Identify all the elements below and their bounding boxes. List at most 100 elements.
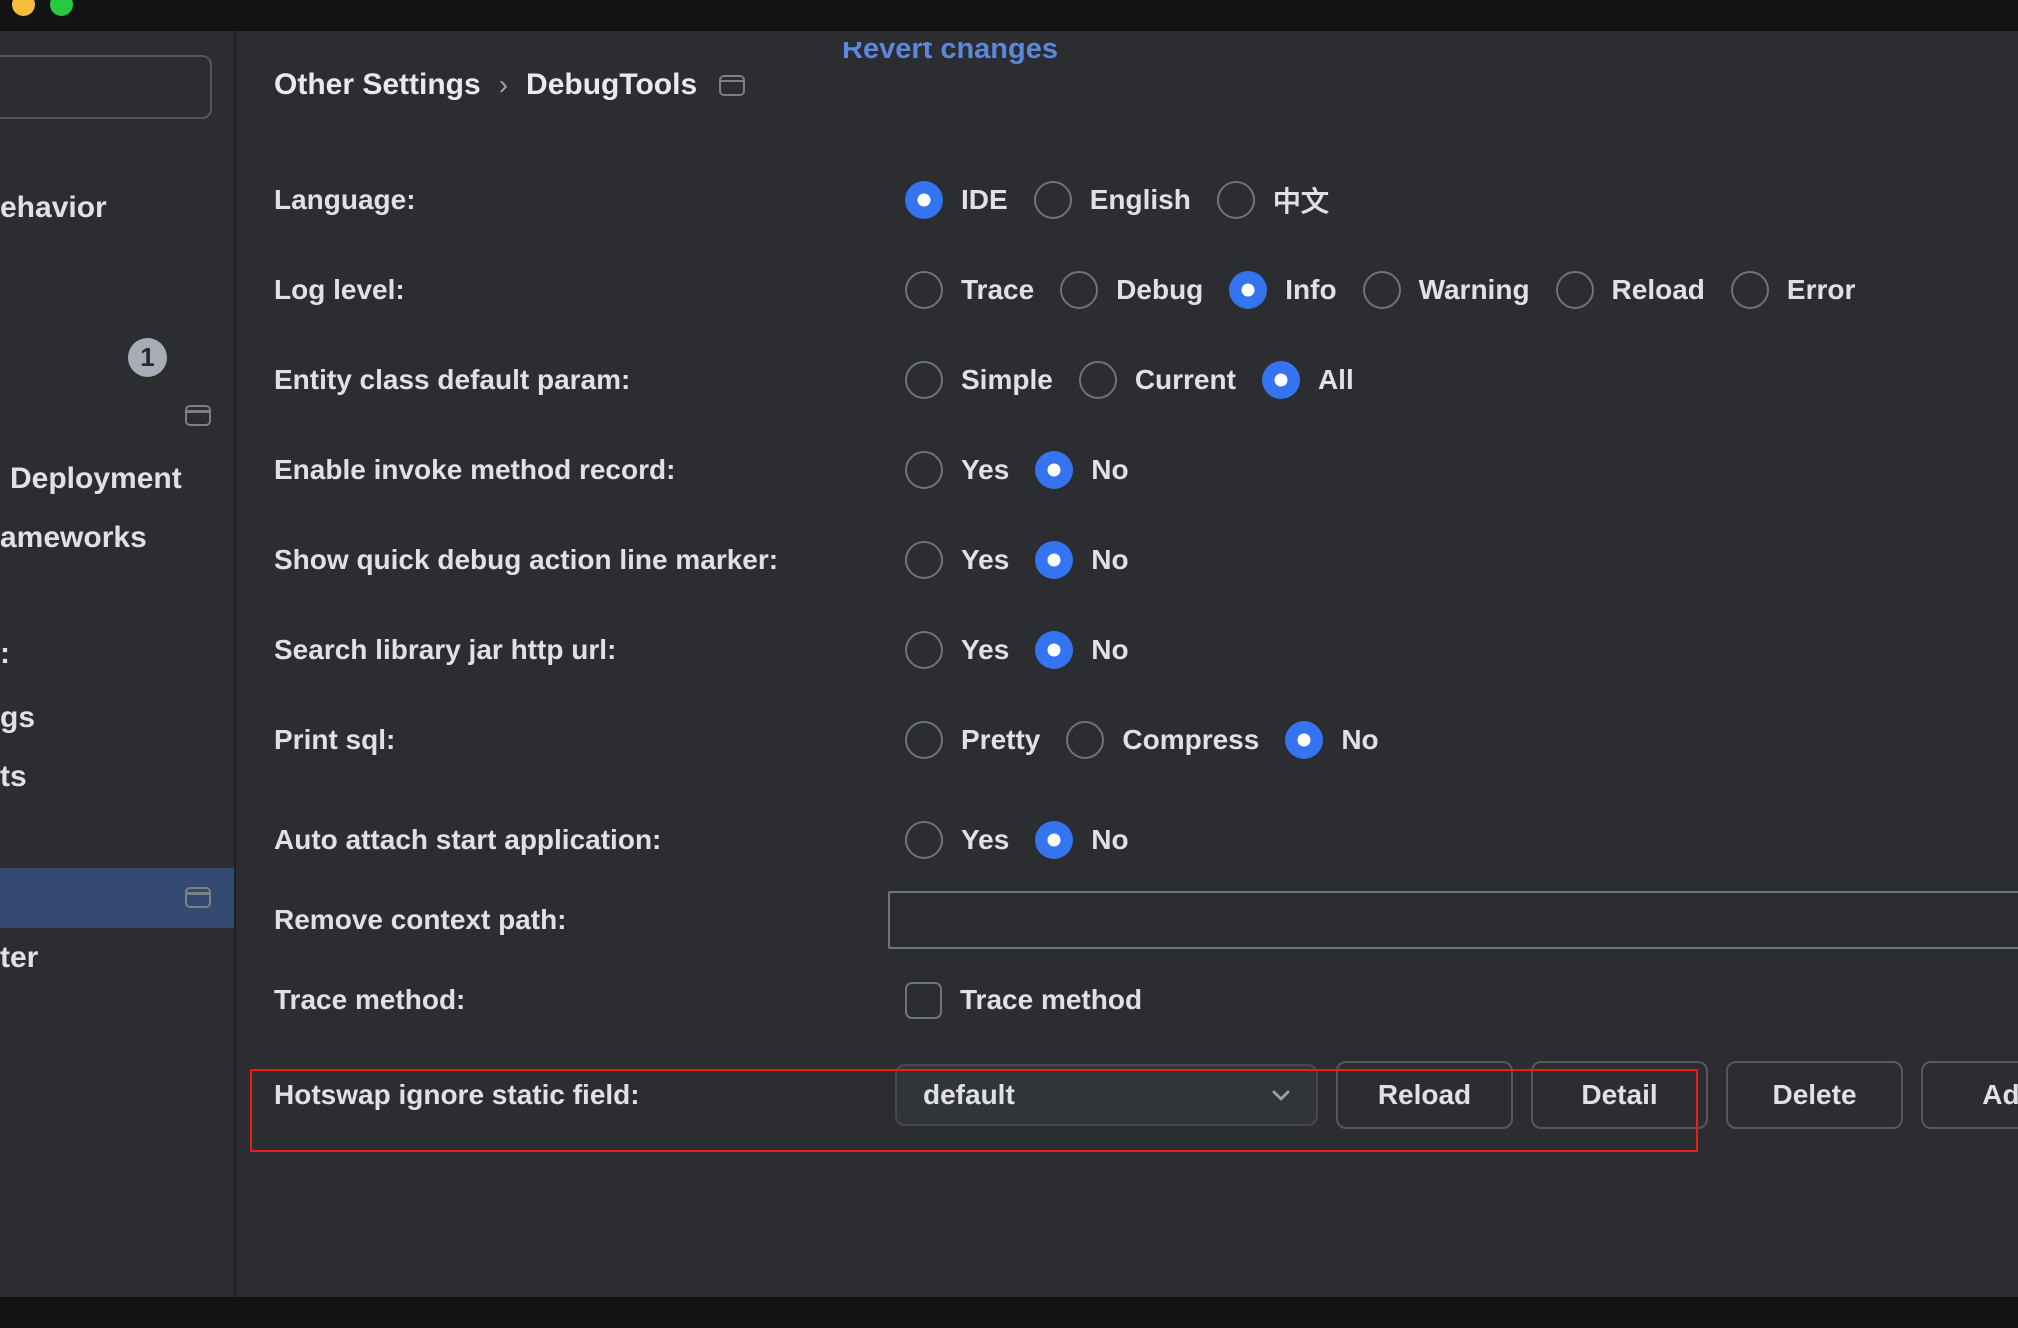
- chevron-right-icon: ›: [497, 69, 510, 101]
- field-control-hotswap-ignore-static-field: default Reload Detail Delete Add: [895, 1050, 2018, 1140]
- form-row-enable-invoke-method-record: Enable invoke method record: Yes No: [0, 425, 2018, 515]
- radio-option-simple[interactable]: Simple: [905, 361, 1053, 399]
- radio-selected-icon: [1035, 631, 1073, 669]
- radio-selected-icon: [1035, 541, 1073, 579]
- field-control-language: IDE English 中文: [905, 155, 1329, 245]
- radio-icon: [1731, 271, 1769, 309]
- radio-option-yes[interactable]: Yes: [905, 451, 1009, 489]
- radio-icon: [1217, 181, 1255, 219]
- radio-icon: [1556, 271, 1594, 309]
- checkbox-label: Trace method: [960, 984, 1142, 1016]
- detail-button[interactable]: Detail: [1531, 1061, 1708, 1129]
- form-row-search-library-jar-http-url: Search library jar http url:YesNo: [0, 605, 2018, 695]
- field-control-print-sql: Pretty Compress No: [905, 695, 1379, 785]
- field-control-enable-invoke-method-record: Yes No: [905, 425, 1129, 515]
- radio-icon: [905, 541, 943, 579]
- radio-label: Error: [1787, 274, 1855, 306]
- radio-label: English: [1090, 184, 1191, 216]
- field-label-entity-class-default-param: Entity class default param:: [274, 335, 630, 425]
- radio-option-no[interactable]: No: [1035, 541, 1128, 579]
- radio-option-yes[interactable]: Yes: [905, 821, 1009, 859]
- radio-option-error[interactable]: Error: [1731, 271, 1855, 309]
- radio-label: No: [1091, 824, 1128, 856]
- chevron-down-icon: [1268, 1082, 1294, 1108]
- radio-option-warning[interactable]: Warning: [1363, 271, 1530, 309]
- radio-option-compress[interactable]: Compress: [1066, 721, 1259, 759]
- titlebar: [0, 0, 2018, 31]
- add-button[interactable]: Add: [1921, 1061, 2018, 1129]
- field-control-trace-method: Trace method: [905, 955, 1142, 1045]
- radio-option-yes[interactable]: Yes: [905, 631, 1009, 669]
- field-control-remove-context-path: [888, 875, 2018, 965]
- radio-label: Reload: [1612, 274, 1705, 306]
- revert-changes-link[interactable]: Revert changes: [842, 42, 1058, 66]
- radio-icon: [1363, 271, 1401, 309]
- radio-icon: [1034, 181, 1072, 219]
- radio-icon: [1079, 361, 1117, 399]
- checkbox-icon: [905, 982, 942, 1019]
- field-label-hotswap-ignore-static-field: Hotswap ignore static field:: [274, 1050, 640, 1140]
- settings-window: ehavior 1 Deployment ameworks : gs ts te…: [0, 0, 2018, 1328]
- breadcrumb-other-settings[interactable]: Other Settings: [274, 68, 481, 102]
- zoom-button[interactable]: [50, 0, 73, 16]
- field-control-auto-attach-start-application: Yes No: [905, 795, 1129, 885]
- radio-option-ide[interactable]: IDE: [905, 181, 1008, 219]
- radio-label: Pretty: [961, 724, 1040, 756]
- form-row-language: Language: IDE English 中文: [0, 155, 2018, 245]
- radio-option-info[interactable]: Info: [1229, 271, 1336, 309]
- radio-option-no[interactable]: No: [1035, 631, 1128, 669]
- field-label-auto-attach-start-application: Auto attach start application:: [274, 795, 661, 885]
- field-label-log-level: Log level:: [274, 245, 405, 335]
- radio-label: No: [1091, 454, 1128, 486]
- radio-label: Yes: [961, 824, 1009, 856]
- radio-option-option[interactable]: 中文: [1217, 180, 1329, 220]
- radio-label: Info: [1285, 274, 1336, 306]
- radio-label: No: [1091, 544, 1128, 576]
- remove-context-path-input[interactable]: [888, 891, 2018, 949]
- radio-option-trace[interactable]: Trace: [905, 271, 1034, 309]
- radio-icon: [905, 721, 943, 759]
- radio-label: Compress: [1122, 724, 1259, 756]
- field-label-language: Language:: [274, 155, 416, 245]
- radio-option-current[interactable]: Current: [1079, 361, 1236, 399]
- field-label-enable-invoke-method-record: Enable invoke method record:: [274, 425, 675, 515]
- radio-label: 中文: [1273, 180, 1329, 220]
- radio-option-no[interactable]: No: [1035, 451, 1128, 489]
- radio-icon: [1066, 721, 1104, 759]
- radio-icon: [905, 271, 943, 309]
- field-label-print-sql: Print sql:: [274, 695, 395, 785]
- radio-option-all[interactable]: All: [1262, 361, 1354, 399]
- window-icon: [719, 75, 745, 96]
- reload-button[interactable]: Reload: [1336, 1061, 1513, 1129]
- field-control-show-quick-debug-action-line-marker: Yes No: [905, 515, 1129, 605]
- radio-option-yes[interactable]: Yes: [905, 541, 1009, 579]
- radio-label: Current: [1135, 364, 1236, 396]
- hotswap-ignore-static-field-dropdown[interactable]: default: [895, 1064, 1318, 1126]
- radio-icon: [905, 631, 943, 669]
- form-row-show-quick-debug-action-line-marker: Show quick debug action line marker:YesN…: [0, 515, 2018, 605]
- radio-option-reload[interactable]: Reload: [1556, 271, 1705, 309]
- bottombar: [0, 1297, 2018, 1328]
- radio-option-pretty[interactable]: Pretty: [905, 721, 1040, 759]
- radio-label: Trace: [961, 274, 1034, 306]
- form-row-print-sql: Print sql: Pretty Compress No: [0, 695, 2018, 785]
- search-input[interactable]: [0, 55, 212, 119]
- radio-option-no[interactable]: No: [1035, 821, 1128, 859]
- form-row-log-level: Log level: Trace Debug Info Warning Reload Err…: [0, 245, 2018, 335]
- radio-label: Yes: [961, 544, 1009, 576]
- radio-option-english[interactable]: English: [1034, 181, 1191, 219]
- radio-selected-icon: [1229, 271, 1267, 309]
- radio-label: Simple: [961, 364, 1053, 396]
- delete-button[interactable]: Delete: [1726, 1061, 1903, 1129]
- radio-option-debug[interactable]: Debug: [1060, 271, 1203, 309]
- radio-option-no[interactable]: No: [1285, 721, 1378, 759]
- minimize-button[interactable]: [12, 0, 35, 16]
- radio-icon: [905, 451, 943, 489]
- form-row-trace-method: Trace method:Trace method: [0, 955, 2018, 1045]
- radio-label: Warning: [1419, 274, 1530, 306]
- checkbox-trace-method[interactable]: Trace method: [905, 982, 1142, 1019]
- radio-selected-icon: [1262, 361, 1300, 399]
- radio-label: All: [1318, 364, 1354, 396]
- radio-label: Debug: [1116, 274, 1203, 306]
- form-row-remove-context-path: Remove context path:: [0, 875, 2018, 965]
